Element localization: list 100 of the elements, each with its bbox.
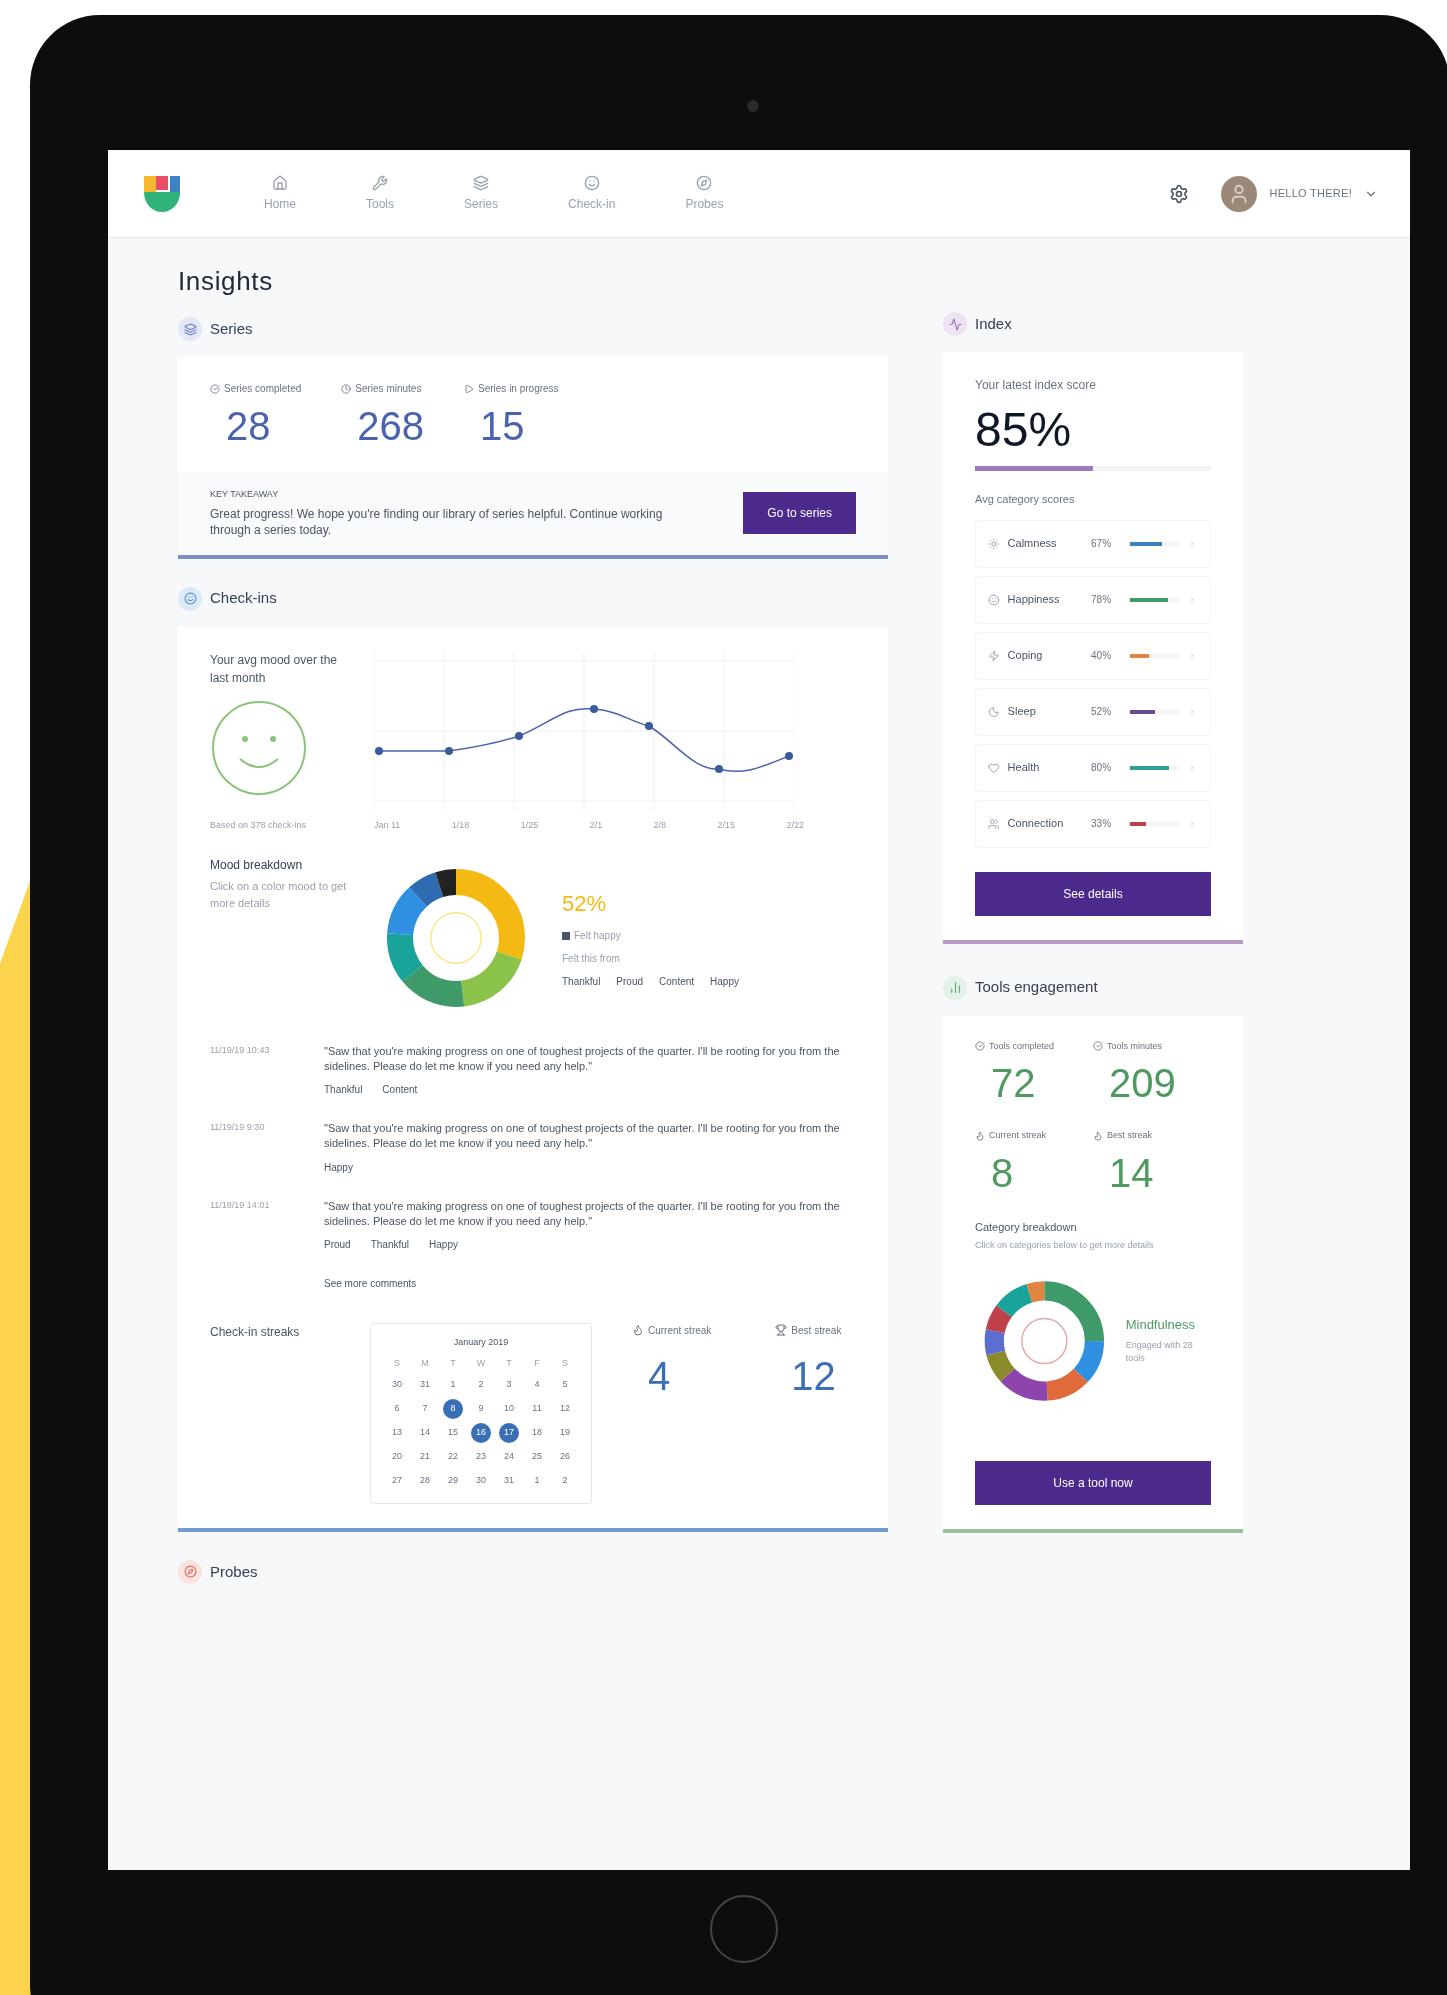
stat-label: Series in progress	[478, 382, 559, 396]
user-greeting[interactable]: HELLO THERE!	[1269, 185, 1352, 202]
calendar-day[interactable]: 30	[471, 1470, 491, 1491]
calendar-day[interactable]: 27	[387, 1470, 407, 1491]
play-icon	[464, 383, 474, 394]
pulse-icon	[943, 312, 967, 336]
mood-tag[interactable]: Content	[382, 1082, 418, 1098]
see-details-button[interactable]: See details	[975, 871, 1211, 916]
calendar-day[interactable]: 21	[415, 1446, 435, 1467]
category-name: Sleep	[1007, 704, 1037, 720]
axis-label: Jan 11	[374, 818, 401, 832]
weekday-label: M	[420, 1357, 430, 1371]
breakdown-title: Mood breakdown	[210, 857, 304, 874]
stat-value: 72	[990, 1060, 1037, 1107]
avatar[interactable]	[1221, 175, 1258, 212]
category-row[interactable]: Health 80%	[975, 743, 1211, 792]
calendar-month: January 2019	[453, 1335, 509, 1349]
mood-tag[interactable]: Thankful	[370, 1236, 410, 1252]
section-title: Probes	[210, 1561, 258, 1582]
calendar-day[interactable]: 28	[415, 1470, 435, 1491]
calendar-day[interactable]: 8	[443, 1398, 463, 1419]
category-name: Health	[1007, 760, 1041, 776]
calendar-day[interactable]: 16	[471, 1422, 491, 1443]
calendar-day[interactable]: 26	[555, 1446, 575, 1467]
settings-icon[interactable]	[1169, 183, 1190, 204]
calendar-day[interactable]: 15	[443, 1422, 463, 1443]
calendar-day[interactable]: 1	[527, 1470, 547, 1491]
calendar-day[interactable]: 24	[499, 1446, 519, 1467]
use-tool-button[interactable]: Use a tool now	[975, 1460, 1211, 1505]
category-score: 80%	[1091, 761, 1113, 775]
mood-tag[interactable]: Proud	[616, 974, 644, 989]
calendar-day[interactable]: 30	[387, 1374, 407, 1395]
calendar-day[interactable]: 14	[415, 1422, 435, 1443]
mood-tag[interactable]: Happy	[710, 974, 739, 989]
calendar-day[interactable]: 12	[555, 1398, 575, 1419]
calendar-day[interactable]: 29	[443, 1470, 463, 1491]
flame-icon	[1093, 1130, 1103, 1141]
calendar-day[interactable]: 1	[443, 1374, 463, 1395]
calendar-day[interactable]: 19	[555, 1422, 575, 1443]
clock-icon	[341, 383, 352, 394]
calendar-day[interactable]: 6	[387, 1398, 407, 1419]
calendar-day[interactable]: 3	[499, 1374, 519, 1395]
calendar-day[interactable]: 31	[415, 1374, 435, 1395]
home-button[interactable]	[710, 1895, 778, 1963]
calendar-day[interactable]: 7	[415, 1398, 435, 1419]
calendar-day[interactable]: 31	[499, 1470, 519, 1491]
calendar-day[interactable]: 2	[471, 1374, 491, 1395]
mood-tag[interactable]: Happy	[324, 1159, 353, 1175]
category-row[interactable]: Coping 40%	[975, 631, 1211, 680]
calendar-day[interactable]: 11	[527, 1398, 547, 1419]
see-more-comments-link[interactable]: See more comments	[324, 1275, 417, 1291]
axis-label: 2/15	[717, 818, 735, 832]
category-row[interactable]: Sleep 52%	[975, 687, 1211, 736]
category-score: 67%	[1091, 537, 1113, 551]
smiley-face-icon	[210, 698, 308, 797]
nav-tab[interactable]: Probes	[685, 174, 724, 213]
category-breakdown-hint: Click on categories below to get more details	[975, 1239, 1155, 1252]
calendar-day[interactable]: 17	[499, 1422, 519, 1443]
calendar-day[interactable]: 10	[499, 1398, 519, 1419]
stat-label: Tools completed	[989, 1039, 1055, 1053]
mood-tag[interactable]: Happy	[429, 1236, 458, 1252]
stat-value: 12	[790, 1352, 837, 1400]
calendar-day[interactable]: 20	[387, 1446, 407, 1467]
people-icon	[988, 817, 1000, 830]
mood-tag[interactable]: Content	[659, 974, 695, 989]
category-row[interactable]: Connection 33%	[975, 799, 1211, 848]
weekday-label: S	[393, 1357, 401, 1371]
comment-text: "Saw that you're making progress on one of toughest projects of the quarter. I'll be rooting for you from the sidelines. Please do let me know if you need any help."	[324, 1044, 841, 1075]
category-row[interactable]: Happiness 78%	[975, 575, 1211, 624]
calendar-day[interactable]: 4	[527, 1374, 547, 1395]
stat-label: Current streak	[989, 1129, 1047, 1142]
calendar-day[interactable]: 2	[555, 1470, 575, 1491]
category-row[interactable]: Calmness 67%	[975, 519, 1211, 568]
stat-value: 8	[990, 1149, 1015, 1197]
category-name: Coping	[1007, 648, 1044, 664]
comment-date: 11/19/19 9:30	[210, 1121, 266, 1135]
nav-tab[interactable]: Check-in	[568, 174, 616, 213]
calendar-day[interactable]: 18	[527, 1422, 547, 1443]
heart-icon	[988, 761, 1000, 774]
home-icon	[272, 174, 288, 191]
calendar-day[interactable]: 22	[443, 1446, 463, 1467]
mood-tag[interactable]: Thankful	[562, 974, 601, 989]
engaged-label: Engaged with 28 tools	[1125, 1338, 1194, 1366]
calendar-day[interactable]: 25	[527, 1446, 547, 1467]
stat-value: 14	[1108, 1149, 1155, 1197]
weekday-label: W	[475, 1357, 487, 1371]
mood-tag[interactable]: Proud	[324, 1236, 351, 1252]
calendar-day[interactable]: 5	[555, 1374, 575, 1395]
takeaway-text: Great progress! We hope you're finding our library of series helpful. Continue working through a series today.	[210, 505, 664, 539]
axis-label: 2/8	[653, 818, 667, 832]
calendar-day[interactable]: 9	[471, 1398, 491, 1419]
calendar-day[interactable]: 13	[387, 1422, 407, 1443]
weekday-label: T	[505, 1357, 513, 1371]
category-name: Mindfulness	[1125, 1316, 1197, 1335]
mood-tag[interactable]: Thankful	[324, 1082, 363, 1098]
section-title: Series	[210, 318, 253, 339]
sun-icon	[988, 537, 1000, 550]
go-to-series-button[interactable]: Go to series	[743, 492, 856, 535]
category-breakdown-title: Category breakdown	[975, 1219, 1078, 1235]
calendar-day[interactable]: 23	[471, 1446, 491, 1467]
